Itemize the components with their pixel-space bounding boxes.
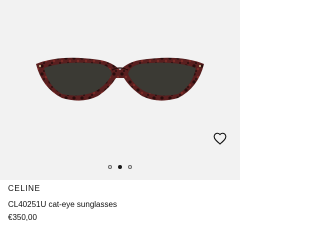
product-brand: CELINE [8,184,41,193]
carousel-dot-active[interactable] [118,165,122,169]
product-media[interactable] [0,0,240,180]
wishlist-button[interactable] [212,130,228,146]
carousel-dot[interactable] [108,165,112,169]
carousel-indicators [0,162,240,172]
product-info: CELINE CL40251U cat-eye sunglasses €350,… [8,184,232,223]
product-price: €350,00 [8,213,37,222]
carousel-dot[interactable] [128,165,132,169]
heart-outline-icon [213,132,227,145]
product-image-sunglasses [36,57,204,101]
product-card[interactable]: CELINE CL40251U cat-eye sunglasses €350,… [0,0,240,240]
product-name[interactable]: CL40251U cat-eye sunglasses [8,200,232,210]
